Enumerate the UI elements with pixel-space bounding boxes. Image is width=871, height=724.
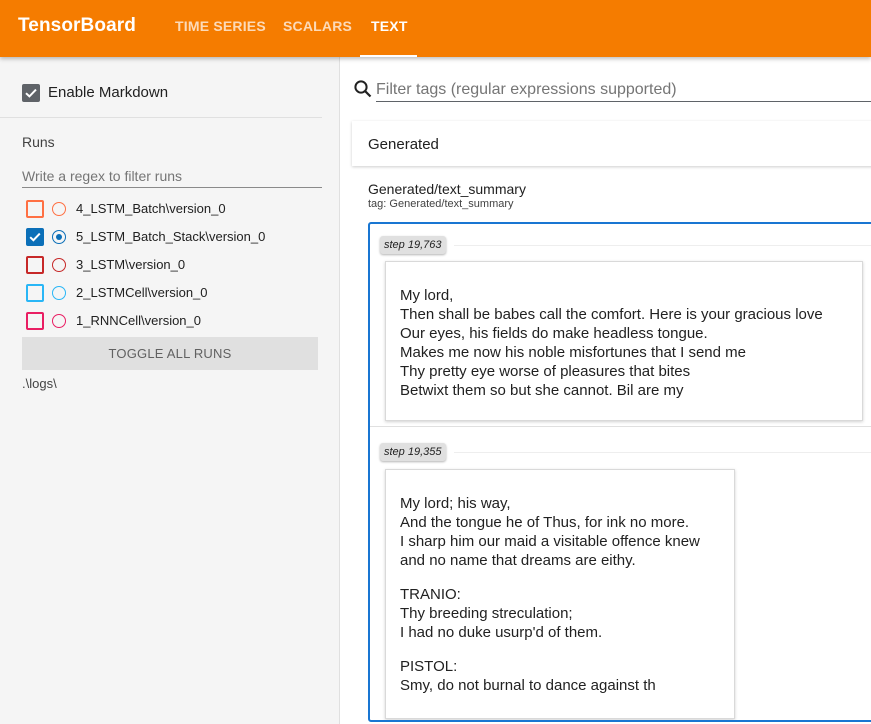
run-checkbox[interactable] — [26, 284, 44, 302]
run-label: 5_LSTM_Batch_Stack\version_0 — [76, 229, 266, 244]
tab-time-series[interactable]: TIME SERIES — [175, 18, 266, 34]
run-label: 3_LSTM\version_0 — [76, 257, 186, 272]
card-title: Generated/text_summary — [368, 181, 526, 197]
app-title: TensorBoard — [18, 15, 136, 36]
enable-markdown-checkbox[interactable] — [22, 84, 40, 102]
run-color-radio[interactable] — [52, 314, 66, 328]
runs-filter-input[interactable] — [22, 164, 322, 188]
tag-group-header[interactable]: Generated — [352, 121, 871, 166]
run-label: 2_LSTMCell\version_0 — [76, 285, 208, 300]
tag-group-title: Generated — [368, 136, 439, 153]
run-checkbox[interactable] — [26, 256, 44, 274]
check-icon — [25, 88, 37, 98]
text-paragraph: PISTOL: Smy, do not burnal to dance agai… — [400, 658, 656, 694]
run-row[interactable]: 2_LSTMCell\version_0 — [22, 283, 322, 303]
run-checkbox[interactable] — [26, 312, 44, 330]
card-tag-line: tag: Generated/text_summary — [368, 198, 514, 210]
runs-title: Runs — [22, 134, 55, 150]
tag-filter-input[interactable] — [376, 78, 871, 102]
run-row[interactable]: 1_RNNCell\version_0 — [22, 311, 322, 331]
run-row[interactable]: 3_LSTM\version_0 — [22, 255, 322, 275]
run-color-radio[interactable] — [52, 258, 66, 272]
run-color-radio[interactable] — [52, 230, 66, 244]
text-paragraph: My lord, Then shall be babes call the co… — [400, 287, 823, 399]
step-divider — [454, 245, 871, 246]
enable-markdown-label: Enable Markdown — [48, 84, 169, 101]
toggle-all-runs-button[interactable]: TOGGLE ALL RUNS — [22, 337, 318, 370]
sidebar-divider — [0, 117, 322, 118]
active-tab-indicator — [360, 55, 417, 57]
run-row[interactable]: 4_LSTM_Batch\version_0 — [22, 199, 322, 219]
top-app-bar: TensorBoard TIME SERIES SCALARS TEXT — [0, 0, 871, 57]
radio-dot — [55, 233, 62, 240]
run-label: 1_RNNCell\version_0 — [76, 313, 201, 328]
text-paragraph: My lord; his way, And the tongue he of T… — [400, 495, 700, 569]
step-label: step 19,355 — [380, 443, 446, 461]
run-color-radio[interactable] — [52, 202, 66, 216]
search-icon — [354, 80, 372, 98]
text-entry: My lord, Then shall be babes call the co… — [385, 261, 863, 421]
step-label: step 19,763 — [380, 236, 446, 254]
run-checkbox[interactable] — [26, 228, 44, 246]
entry-divider — [370, 426, 871, 427]
run-row[interactable]: 5_LSTM_Batch_Stack\version_0 — [22, 227, 322, 247]
run-checkbox[interactable] — [26, 200, 44, 218]
step-divider — [454, 452, 871, 453]
run-label: 4_LSTM_Batch\version_0 — [76, 201, 226, 216]
log-directory: .\logs\ — [22, 376, 57, 391]
tab-text[interactable]: TEXT — [371, 18, 408, 34]
text-summary-panel[interactable]: step 19,763 My lord, Then shall be babes… — [368, 222, 871, 722]
run-color-radio[interactable] — [52, 286, 66, 300]
text-entry: My lord; his way, And the tongue he of T… — [385, 469, 735, 719]
text-paragraph: TRANIO: Thy breeding streculation; I had… — [400, 586, 603, 641]
tab-scalars[interactable]: SCALARS — [283, 18, 352, 34]
